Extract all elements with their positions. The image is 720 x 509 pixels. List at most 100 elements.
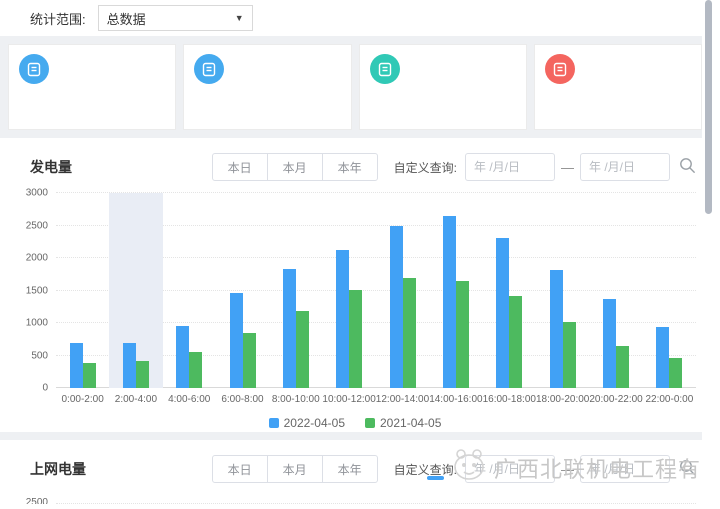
- report-icon: [194, 54, 224, 84]
- bar-2021-04-05[interactable]: [616, 346, 629, 388]
- x-axis-label: 4:00-6:00: [163, 394, 216, 405]
- partial-bar-artifact: [427, 476, 444, 480]
- stat-scope-select[interactable]: 总数据 ▼: [98, 5, 253, 31]
- dashboard-page: 统计范围: 总数据 ▼ 发电量 本日 本月 本年 自定义查询:: [0, 0, 720, 509]
- bar-2021-04-05[interactable]: [189, 352, 202, 388]
- bar-2021-04-05[interactable]: [243, 333, 256, 388]
- bar-2022-04-05[interactable]: [496, 238, 509, 388]
- generation-panel: 发电量 本日 本月 本年 自定义查询: —: [0, 138, 710, 432]
- bar-2021-04-05[interactable]: [563, 322, 576, 388]
- scrollbar-track: [702, 0, 720, 509]
- stat-card: [534, 44, 702, 130]
- grid-power-panel-controls: 本日 本月 本年 自定义查询: —: [212, 455, 696, 483]
- today-button-2[interactable]: 本日: [212, 455, 268, 483]
- y-axis-tick: 0: [10, 383, 48, 394]
- legend-item-2022-04-05[interactable]: 2022-04-05: [269, 416, 345, 430]
- search-icon: [679, 157, 696, 177]
- bar-2021-04-05[interactable]: [83, 363, 96, 388]
- bar-2022-04-05[interactable]: [603, 299, 616, 388]
- stat-card: [8, 44, 176, 130]
- legend-item-2021-04-05[interactable]: 2021-04-05: [365, 416, 441, 430]
- month-button-2[interactable]: 本月: [267, 455, 323, 483]
- bar-2021-04-05[interactable]: [136, 361, 149, 388]
- bar-groups: [56, 193, 696, 388]
- bar-2022-04-05[interactable]: [443, 216, 456, 388]
- bar-group-22:00-0:00[interactable]: [643, 193, 696, 388]
- bar-2022-04-05[interactable]: [550, 270, 563, 388]
- stat-scope-label: 统计范围:: [30, 9, 86, 28]
- bar-2021-04-05[interactable]: [509, 296, 522, 388]
- report-icon: [370, 54, 400, 84]
- bar-group-2:00-4:00[interactable]: [109, 193, 162, 388]
- bar-2021-04-05[interactable]: [403, 278, 416, 388]
- year-button[interactable]: 本年: [322, 153, 378, 181]
- date-start-input-2[interactable]: [465, 455, 555, 483]
- bar-2021-04-05[interactable]: [669, 358, 682, 388]
- grid-power-chart-stub: 2500: [10, 497, 696, 504]
- legend-swatch: [365, 418, 375, 428]
- search-button[interactable]: [679, 157, 696, 177]
- bar-group-8:00-10:00[interactable]: [269, 193, 322, 388]
- bar-group-0:00-2:00[interactable]: [56, 193, 109, 388]
- y-axis-tick: 500: [10, 350, 48, 361]
- chart-plot-area[interactable]: 050010001500200025003000: [10, 193, 696, 388]
- x-axis-label: 6:00-8:00: [216, 394, 269, 405]
- bar-group-14:00-16:00[interactable]: [429, 193, 482, 388]
- grid-power-panel-header: 上网电量 本日 本月 本年 自定义查询: —: [30, 455, 696, 483]
- bar-group-18:00-20:00[interactable]: [536, 193, 589, 388]
- x-axis-label: 0:00-2:00: [56, 394, 109, 405]
- bar-group-12:00-14:00[interactable]: [376, 193, 429, 388]
- custom-query-label: 自定义查询:: [394, 159, 457, 176]
- legend-swatch: [269, 418, 279, 428]
- bar-2022-04-05[interactable]: [390, 226, 403, 389]
- bar-group-16:00-18:00[interactable]: [483, 193, 536, 388]
- custom-query-label-2: 自定义查询:: [394, 461, 457, 478]
- bar-2022-04-05[interactable]: [656, 327, 669, 388]
- bar-2022-04-05[interactable]: [283, 269, 296, 388]
- y-tick-2500: 2500: [10, 497, 48, 504]
- panel-title-grid-power: 上网电量: [30, 459, 86, 479]
- bar-group-10:00-12:00[interactable]: [323, 193, 376, 388]
- bar-2022-04-05[interactable]: [70, 343, 83, 389]
- top-bar: 统计范围: 总数据 ▼: [0, 0, 710, 36]
- cards-section: [0, 36, 710, 138]
- bar-2022-04-05[interactable]: [230, 293, 243, 388]
- bar-2022-04-05[interactable]: [176, 326, 189, 388]
- period-button-group-2: 本日 本月 本年: [212, 455, 378, 483]
- bar-group-6:00-8:00[interactable]: [216, 193, 269, 388]
- bar-2021-04-05[interactable]: [456, 281, 469, 388]
- scrollbar-thumb[interactable]: [705, 0, 712, 214]
- generation-panel-header: 发电量 本日 本月 本年 自定义查询: —: [30, 153, 696, 181]
- today-button[interactable]: 本日: [212, 153, 268, 181]
- bar-2021-04-05[interactable]: [296, 311, 309, 388]
- generation-bar-chart: 050010001500200025003000: [10, 193, 696, 388]
- month-button[interactable]: 本月: [267, 153, 323, 181]
- x-axis-label: 10:00-12:00: [322, 394, 375, 405]
- x-axis-label: 8:00-10:00: [269, 394, 322, 405]
- date-start-input[interactable]: [465, 153, 555, 181]
- year-button-2[interactable]: 本年: [322, 455, 378, 483]
- y-axis-tick: 1500: [10, 285, 48, 296]
- x-axis-label: 18:00-20:00: [536, 394, 589, 405]
- bar-2021-04-05[interactable]: [349, 290, 362, 388]
- generation-panel-controls: 本日 本月 本年 自定义查询: —: [212, 153, 696, 181]
- legend-label: 2022-04-05: [284, 416, 345, 430]
- stat-card: [183, 44, 351, 130]
- bar-2022-04-05[interactable]: [336, 250, 349, 388]
- gridline: [56, 503, 696, 504]
- x-axis-label: 2:00-4:00: [109, 394, 162, 405]
- bar-group-20:00-22:00[interactable]: [589, 193, 642, 388]
- date-end-input-2[interactable]: [580, 455, 670, 483]
- bar-group-4:00-6:00[interactable]: [163, 193, 216, 388]
- x-axis-label: 12:00-14:00: [376, 394, 429, 405]
- date-range-dash: —: [561, 160, 574, 175]
- x-axis-labels: 0:00-2:002:00-4:004:00-6:006:00-8:008:00…: [56, 394, 696, 405]
- x-axis-label: 14:00-16:00: [429, 394, 482, 405]
- bar-2022-04-05[interactable]: [123, 343, 136, 388]
- stat-card: [359, 44, 527, 130]
- report-icon: [19, 54, 49, 84]
- date-end-input[interactable]: [580, 153, 670, 181]
- x-axis-label: 20:00-22:00: [589, 394, 642, 405]
- search-button-2[interactable]: [679, 459, 696, 479]
- date-range-dash-2: —: [561, 462, 574, 477]
